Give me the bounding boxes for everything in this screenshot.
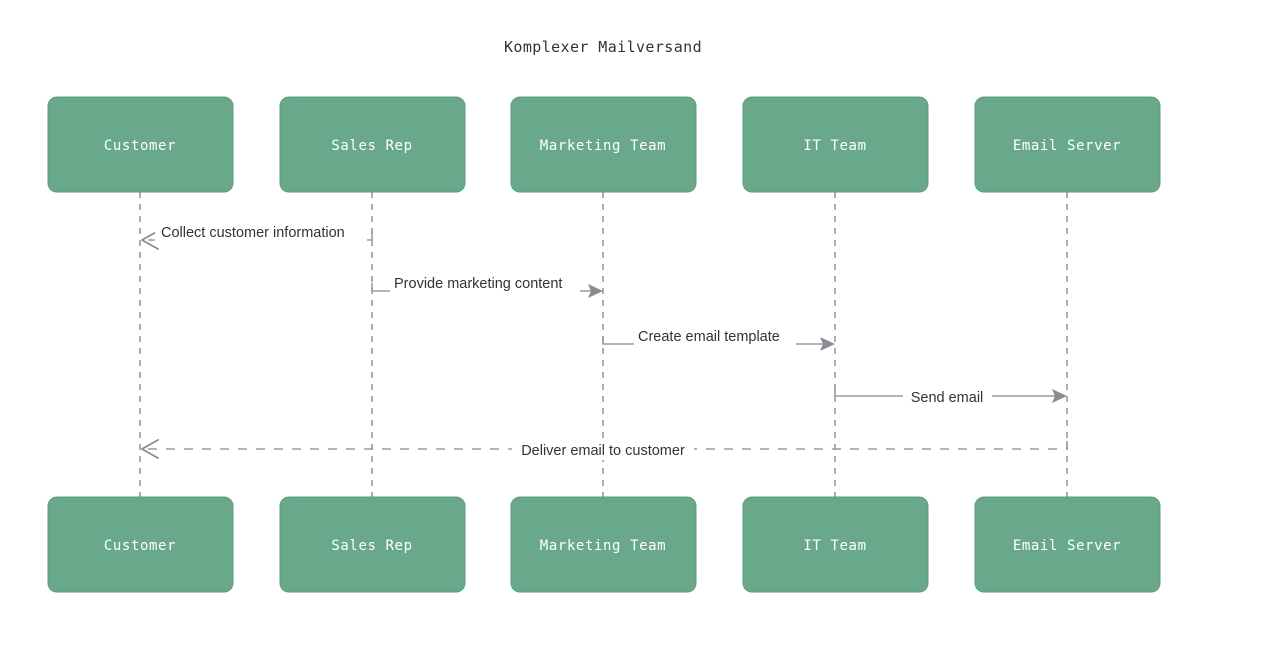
- actor-top-it-team[interactable]: IT Team: [742, 96, 929, 193]
- actor-bottom-email-server[interactable]: Email Server: [974, 496, 1161, 593]
- actor-bottom-it-team-label: IT Team: [803, 538, 866, 554]
- message-4-label: Send email: [911, 390, 984, 406]
- actor-top-it-team-label: IT Team: [803, 138, 866, 154]
- actor-top-customer-label: Customer: [104, 138, 176, 154]
- actor-top-email-server[interactable]: Email Server: [974, 96, 1161, 193]
- actor-top-email-server-label: Email Server: [1013, 138, 1121, 154]
- actor-bottom-customer-label: Customer: [104, 538, 176, 554]
- sequence-diagram-canvas: Komplexer Mailversand Customer Sales Rep…: [47, 38, 1161, 593]
- message-2-provide-marketing-content[interactable]: Provide marketing content: [371, 270, 603, 298]
- actor-bottom-email-server-label: Email Server: [1013, 538, 1121, 554]
- actor-bottom-marketing-team[interactable]: Marketing Team: [510, 496, 697, 593]
- actor-bottom-it-team[interactable]: IT Team: [742, 496, 929, 593]
- actor-boxes-top: Customer Sales Rep Marketing Team IT Tea…: [47, 96, 1161, 193]
- message-1-label: Collect customer information: [161, 225, 345, 241]
- message-2-label: Provide marketing content: [394, 276, 562, 292]
- message-3-label: Create email template: [638, 329, 780, 345]
- actor-bottom-customer[interactable]: Customer: [47, 496, 234, 593]
- actor-top-sales-rep[interactable]: Sales Rep: [279, 96, 466, 193]
- actor-boxes-bottom: Customer Sales Rep Marketing Team IT Tea…: [47, 496, 1161, 593]
- actor-bottom-sales-rep-label: Sales Rep: [331, 538, 412, 554]
- message-5-label: Deliver email to customer: [521, 443, 685, 459]
- diagram-title: Komplexer Mailversand: [504, 38, 702, 56]
- actor-bottom-sales-rep[interactable]: Sales Rep: [279, 496, 466, 593]
- actor-top-sales-rep-label: Sales Rep: [331, 138, 412, 154]
- message-3-create-email-template[interactable]: Create email template: [602, 324, 835, 351]
- actor-top-customer[interactable]: Customer: [47, 96, 234, 193]
- actor-top-marketing-team-label: Marketing Team: [540, 138, 666, 154]
- actor-bottom-marketing-team-label: Marketing Team: [540, 538, 666, 554]
- actor-top-marketing-team[interactable]: Marketing Team: [510, 96, 697, 193]
- message-1-collect-customer-information[interactable]: Collect customer information: [141, 220, 373, 250]
- message-4-send-email[interactable]: Send email: [834, 385, 1067, 407]
- message-5-deliver-email-to-customer[interactable]: Deliver email to customer: [141, 438, 1068, 460]
- sequence-diagram-root: Komplexer Mailversand Customer Sales Rep…: [0, 0, 1280, 672]
